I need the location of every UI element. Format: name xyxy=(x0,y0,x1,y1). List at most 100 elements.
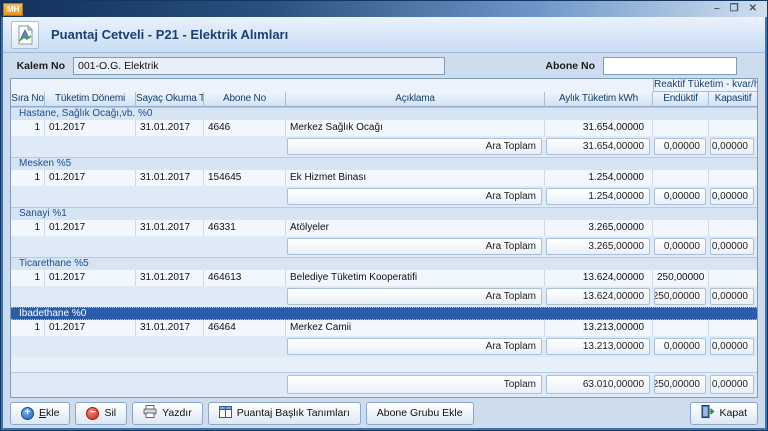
delete-icon: − xyxy=(86,407,99,420)
toplam-label: Toplam xyxy=(287,375,542,394)
maximize-icon[interactable]: ❐ xyxy=(730,3,739,15)
subtotal-kapasitif: 0,00000 xyxy=(710,188,754,205)
table-row[interactable]: 1 01.2017 31.01.2017 4646 Merkez Sağlık … xyxy=(11,120,757,136)
abone-grubu-ekle-button[interactable]: Abone Grubu Ekle xyxy=(366,402,474,425)
col-header-tuketim-donemi[interactable]: Tüketim Dönemi xyxy=(45,92,136,107)
app-window: MH – ❐ ✕ Puantaj Cetveli - P21 - Elektri… xyxy=(0,0,768,431)
abone-no-input[interactable] xyxy=(603,57,737,75)
cell-donem: 01.2017 xyxy=(45,220,136,236)
ara-toplam-label: Ara Toplam xyxy=(287,138,542,155)
ekle-button[interactable]: + Ekle xyxy=(10,402,70,425)
sil-button[interactable]: − Sil xyxy=(75,402,127,425)
cell-kapasitif xyxy=(709,320,757,336)
cell-donem: 01.2017 xyxy=(45,270,136,286)
table-row[interactable]: 1 01.2017 31.01.2017 46464 Merkez Camii … xyxy=(11,320,757,336)
cell-enduktif xyxy=(653,120,709,136)
cell-enduktif: 250,00000 xyxy=(653,270,709,286)
cell-aylik: 1.254,00000 xyxy=(545,170,653,186)
puantaj-baslik-tanimlari-button[interactable]: Puantaj Başlık Tanımları xyxy=(208,402,361,425)
subtotal-aylik: 1.254,00000 xyxy=(546,188,650,205)
group-header-sanayi[interactable]: Sanayi %1 xyxy=(11,207,757,220)
close-icon[interactable]: ✕ xyxy=(749,3,757,15)
app-icon xyxy=(11,21,39,49)
cell-aylik: 13.624,00000 xyxy=(545,270,653,286)
cell-sayac: 31.01.2017 xyxy=(136,170,204,186)
cell-abone: 46331 xyxy=(204,220,286,236)
cell-kapasitif xyxy=(709,120,757,136)
cell-sayac: 31.01.2017 xyxy=(136,320,204,336)
cell-aciklama: Merkez Sağlık Ocağı xyxy=(286,120,545,136)
table-columns-icon xyxy=(219,406,232,421)
subtotal-kapasitif: 0,00000 xyxy=(710,338,754,355)
subtotal-aylik: 13.624,00000 xyxy=(546,288,650,305)
col-header-aciklama[interactable]: Açıklama xyxy=(286,92,545,107)
col-header-abone-no[interactable]: Abone No xyxy=(204,92,286,107)
total-row: Toplam 63.010,00000 250,00000 0,00000 xyxy=(11,372,757,397)
cell-abone: 154645 xyxy=(204,170,286,186)
group-header-mesken[interactable]: Mesken %5 xyxy=(11,157,757,170)
table-row[interactable]: 1 01.2017 31.01.2017 154645 Ek Hizmet Bi… xyxy=(11,170,757,186)
cell-enduktif xyxy=(653,220,709,236)
cell-aylik: 31.654,00000 xyxy=(545,120,653,136)
table-empty-area xyxy=(11,357,757,372)
cell-sayac: 31.01.2017 xyxy=(136,270,204,286)
group-header-ticarethane[interactable]: Ticarethane %5 xyxy=(11,257,757,270)
page-title: Puantaj Cetveli - P21 - Elektrik Alımlar… xyxy=(51,27,288,42)
subtotal-row: Ara Toplam 1.254,00000 0,00000 0,00000 xyxy=(11,186,757,207)
cell-sayac: 31.01.2017 xyxy=(136,220,204,236)
subtotal-row: Ara Toplam 3.265,00000 0,00000 0,00000 xyxy=(11,236,757,257)
subtotal-enduktif: 0,00000 xyxy=(654,188,706,205)
cell-donem: 01.2017 xyxy=(45,120,136,136)
table-body: Hastane, Sağlık Ocağı,vb. %0 1 01.2017 3… xyxy=(11,107,757,397)
subtotal-enduktif: 250,00000 xyxy=(654,288,706,305)
cell-sira: 1 xyxy=(11,220,45,236)
kalem-no-label: Kalem No xyxy=(3,60,65,72)
kapat-button[interactable]: Kapat xyxy=(690,402,758,425)
app-header: Puantaj Cetveli - P21 - Elektrik Alımlar… xyxy=(3,17,765,53)
table-header-band: Reaktif Tüketim - kvar/h xyxy=(11,79,757,92)
subtotal-aylik: 13.213,00000 xyxy=(546,338,650,355)
cell-aylik: 13.213,00000 xyxy=(545,320,653,336)
yazdir-button[interactable]: Yazdır xyxy=(132,402,203,425)
cell-kapasitif xyxy=(709,270,757,286)
cell-sayac: 31.01.2017 xyxy=(136,120,204,136)
kalem-no-input[interactable] xyxy=(73,57,445,75)
ara-toplam-label: Ara Toplam xyxy=(287,188,542,205)
col-header-kapasitif[interactable]: Kapasitif xyxy=(709,92,757,107)
subtotal-kapasitif: 0,00000 xyxy=(710,238,754,255)
subtotal-enduktif: 0,00000 xyxy=(654,238,706,255)
title-bar: MH – ❐ ✕ xyxy=(1,1,767,17)
col-header-sira-no[interactable]: Sıra No xyxy=(11,92,45,107)
cell-sira: 1 xyxy=(11,170,45,186)
printer-icon xyxy=(143,405,157,421)
subtotal-row: Ara Toplam 13.624,00000 250,00000 0,0000… xyxy=(11,286,757,307)
cell-aciklama: Atölyeler xyxy=(286,220,545,236)
table-row[interactable]: 1 01.2017 31.01.2017 46331 Atölyeler 3.2… xyxy=(11,220,757,236)
col-header-enduktif[interactable]: Endüktif xyxy=(653,92,709,107)
subtotal-aylik: 3.265,00000 xyxy=(546,238,650,255)
subtotal-enduktif: 0,00000 xyxy=(654,338,706,355)
cell-sira: 1 xyxy=(11,320,45,336)
col-header-sayac-okuma[interactable]: Sayaç Okuma Tari xyxy=(136,92,204,107)
minimize-icon[interactable]: – xyxy=(714,3,720,15)
subtotal-row: Ara Toplam 31.654,00000 0,00000 0,00000 xyxy=(11,136,757,157)
cell-kapasitif xyxy=(709,220,757,236)
cell-aciklama: Merkez Camii xyxy=(286,320,545,336)
subtotal-aylik: 31.654,00000 xyxy=(546,138,650,155)
ara-toplam-label: Ara Toplam xyxy=(287,238,542,255)
cell-sira: 1 xyxy=(11,270,45,286)
table-row[interactable]: 1 01.2017 31.01.2017 464613 Belediye Tük… xyxy=(11,270,757,286)
taskbar-badge: MH xyxy=(3,3,23,16)
group-header-ibadethane-selected[interactable]: İbadethane %0 xyxy=(11,307,757,320)
window-controls: – ❐ ✕ xyxy=(714,3,767,15)
cell-abone: 464613 xyxy=(204,270,286,286)
group-header-hastane[interactable]: Hastane, Sağlık Ocağı,vb. %0 xyxy=(11,107,757,120)
add-icon: + xyxy=(21,407,34,420)
subtotal-kapasitif: 0,00000 xyxy=(710,138,754,155)
total-aylik: 63.010,00000 xyxy=(546,375,650,394)
cell-aylik: 3.265,00000 xyxy=(545,220,653,236)
cell-enduktif xyxy=(653,320,709,336)
cell-aciklama: Ek Hizmet Binası xyxy=(286,170,545,186)
col-header-aylik-tuketim[interactable]: Aylık Tüketim kWh xyxy=(545,92,653,107)
filter-form: Kalem No Abone No xyxy=(3,53,765,78)
